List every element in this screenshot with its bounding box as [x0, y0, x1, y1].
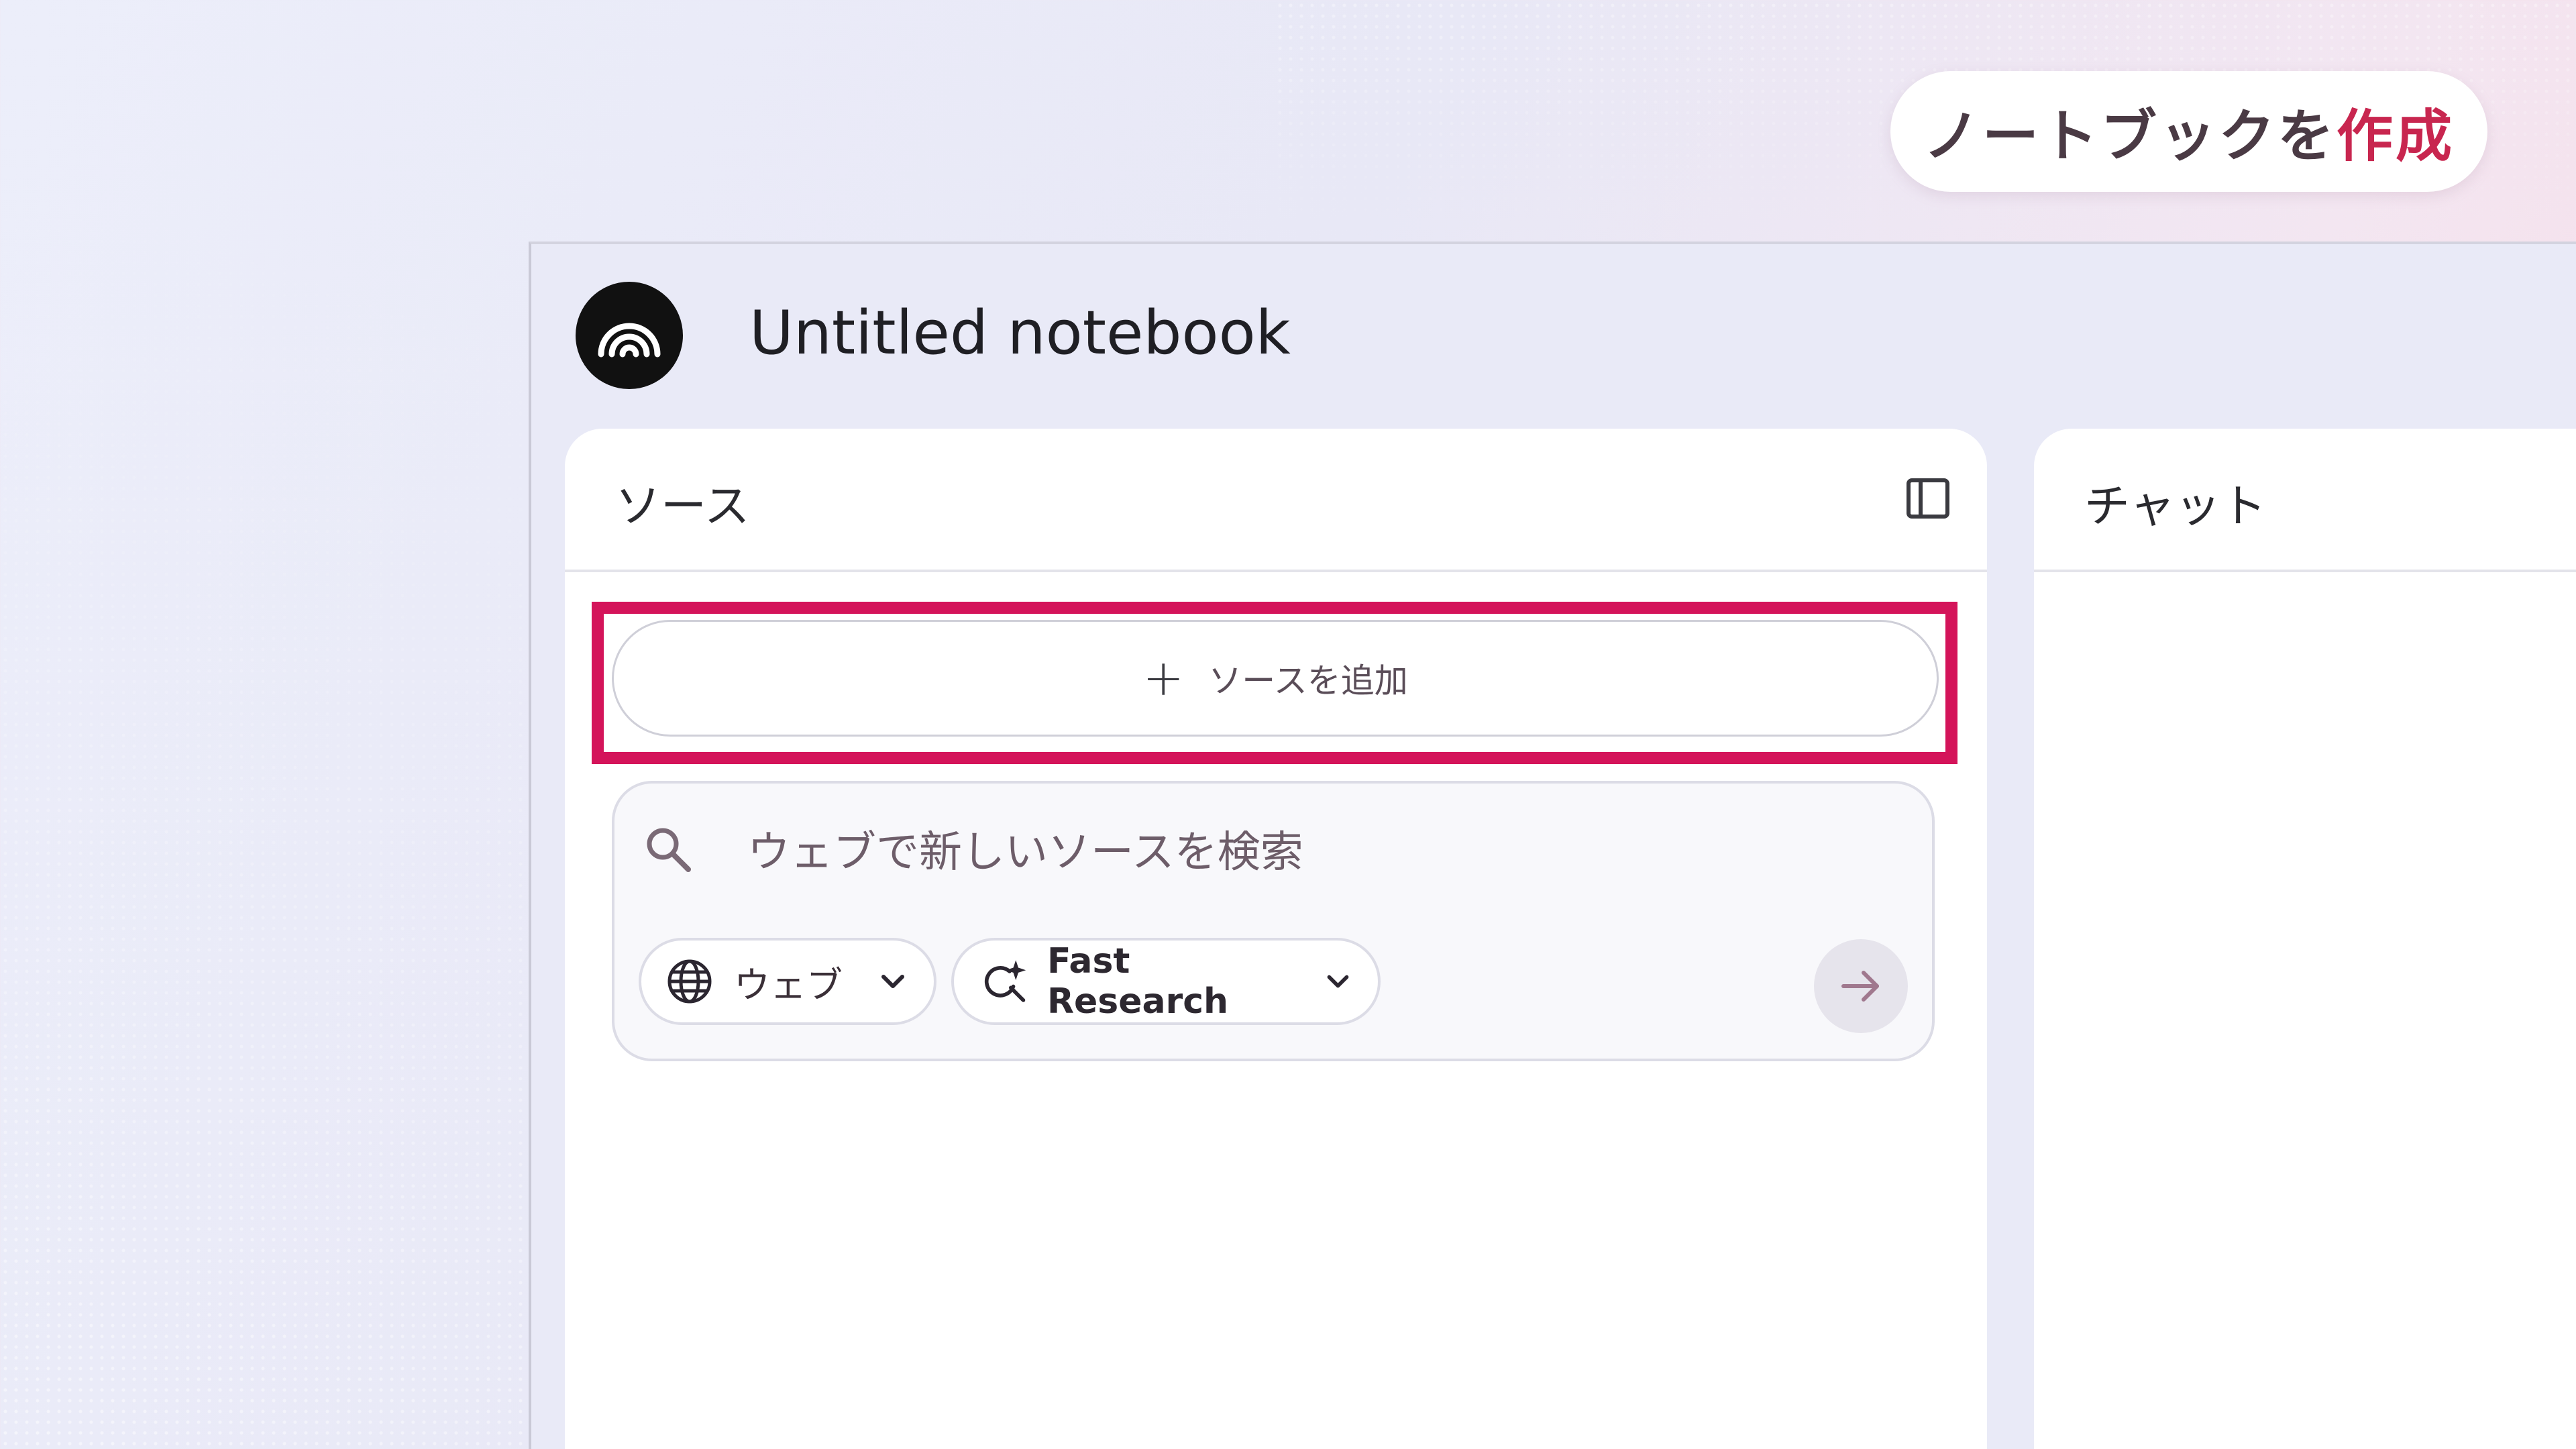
create-notebook-label-accent: 作成	[2337, 103, 2455, 169]
sources-header: ソース	[565, 429, 1987, 572]
web-search-box: ウェブ Fast Research	[612, 781, 1935, 1061]
sources-title: ソース	[615, 480, 750, 533]
notebooklm-logo-icon[interactable]	[576, 282, 683, 389]
create-notebook-label: ノートブックを	[1923, 103, 2337, 169]
create-notebook-button[interactable]: ノートブックを 作成	[1890, 71, 2487, 192]
source-type-label: ウェブ	[734, 963, 843, 1006]
search-input[interactable]	[746, 818, 1822, 887]
chat-panel: チャット	[2034, 429, 2576, 1449]
research-mode-label: Fast Research	[1046, 941, 1229, 1022]
add-source-button[interactable]: + ソースを追加	[612, 620, 1939, 737]
background-texture	[0, 0, 604, 1449]
chevron-down-icon	[881, 975, 904, 988]
notebook-title[interactable]: Untitled notebook	[749, 298, 1291, 368]
collapse-panel-icon[interactable]	[1901, 472, 1955, 525]
source-type-dropdown[interactable]: ウェブ	[639, 938, 936, 1025]
add-source-label: ソースを追加	[1208, 661, 1408, 700]
sparkle-search-icon	[984, 960, 1026, 1002]
sources-panel: ソース + ソースを追加 ウェブで新しいソースを検索 ウェブ Fast Rese…	[565, 429, 1987, 1449]
plus-icon: +	[1142, 649, 1185, 707]
globe-icon	[667, 959, 712, 1004]
chat-header: チャット	[2034, 429, 2576, 572]
notebook-window: Untitled notebook ソース + ソースを追加 ウェブで新しいソー…	[529, 241, 2576, 1449]
chat-title: チャット	[2084, 480, 2267, 533]
research-mode-dropdown[interactable]: Fast Research	[951, 938, 1381, 1025]
search-icon	[643, 824, 694, 875]
arrow-right-icon	[1841, 971, 1879, 1002]
submit-search-button[interactable]	[1814, 939, 1908, 1033]
chevron-down-icon	[1327, 975, 1349, 988]
